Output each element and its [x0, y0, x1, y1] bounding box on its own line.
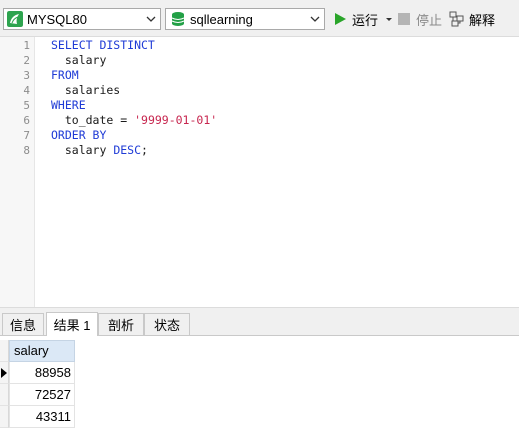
stop-icon: [398, 13, 410, 25]
table-cell[interactable]: 43311: [9, 406, 75, 428]
sql-text: salary: [51, 143, 114, 157]
line-number: 2: [23, 54, 30, 67]
code-line: to_date = '9999-01-01': [51, 113, 217, 128]
database-name: sqllearning: [190, 11, 253, 27]
database-select[interactable]: sqllearning: [165, 8, 325, 30]
sql-keyword: DESC: [113, 143, 142, 157]
code-line: salaries: [51, 83, 120, 98]
line-number: 1: [23, 39, 30, 52]
run-label: 运行: [352, 12, 379, 28]
result-tabs: 信息 结果 1 剖析 状态: [0, 311, 519, 336]
row-indicator[interactable]: [0, 384, 9, 406]
table-cell[interactable]: 88958: [9, 362, 75, 384]
code-line: salary DESC;: [51, 143, 148, 158]
database-icon: [171, 12, 185, 26]
sql-text: ;: [141, 143, 148, 157]
chevron-down-icon: [310, 16, 320, 22]
row-indicator[interactable]: [0, 406, 9, 428]
line-number: 8: [23, 144, 30, 157]
line-number: 7: [23, 129, 30, 142]
explain-label: 解释: [469, 12, 496, 28]
sql-keyword: SELECT DISTINCT: [51, 38, 155, 52]
tab-profile[interactable]: 剖析: [98, 313, 144, 335]
stop-label: 停止: [416, 12, 443, 28]
current-row-pointer-icon: [1, 368, 7, 378]
code-line: ORDER BY: [51, 128, 106, 143]
line-number-gutter: 1 2 3 4 5 6 7 8: [0, 37, 35, 307]
connection-select[interactable]: MYSQL80: [3, 8, 161, 30]
sql-text: to_date =: [51, 113, 135, 127]
chevron-down-icon: [146, 16, 156, 22]
results-grid: salary 88958 72527 43311: [0, 336, 519, 443]
caret-down-icon[interactable]: [384, 14, 394, 24]
line-number: 3: [23, 69, 30, 82]
toolbar: MYSQL80 sqllearning 运行 停止 解释: [0, 0, 519, 37]
sql-text: salaries: [51, 83, 121, 97]
line-number: 5: [23, 99, 30, 112]
connection-name: MYSQL80: [27, 11, 87, 27]
table-cell[interactable]: 72527: [9, 384, 75, 406]
line-number: 4: [23, 84, 30, 97]
run-button[interactable]: 运行: [333, 9, 394, 29]
code-line: SELECT DISTINCT: [51, 38, 155, 53]
line-number: 6: [23, 114, 30, 127]
code-line: salary: [51, 53, 107, 68]
tab-result-1[interactable]: 结果 1: [46, 312, 98, 336]
sql-text: salary: [51, 53, 107, 67]
code-line: WHERE: [51, 98, 86, 113]
sql-string: '9999-01-01': [134, 113, 218, 127]
row-indicator-header: [0, 340, 9, 362]
explain-icon: [449, 11, 464, 27]
sql-keyword: ORDER BY: [51, 128, 107, 142]
row-indicator[interactable]: [0, 362, 9, 384]
tab-info[interactable]: 信息: [2, 313, 44, 335]
tab-status[interactable]: 状态: [144, 313, 190, 335]
column-header-salary[interactable]: salary: [9, 340, 75, 362]
explain-button[interactable]: 解释: [449, 9, 495, 29]
sql-keyword: FROM: [51, 68, 79, 82]
mysql-connection-icon: [7, 11, 23, 27]
play-icon: [335, 13, 346, 25]
stop-button[interactable]: 停止: [398, 9, 442, 29]
code-line: FROM: [51, 68, 79, 83]
sql-editor[interactable]: 12345678 SELECT DISTINCT salary FROM sala…: [0, 37, 519, 307]
sql-keyword: WHERE: [51, 98, 86, 112]
